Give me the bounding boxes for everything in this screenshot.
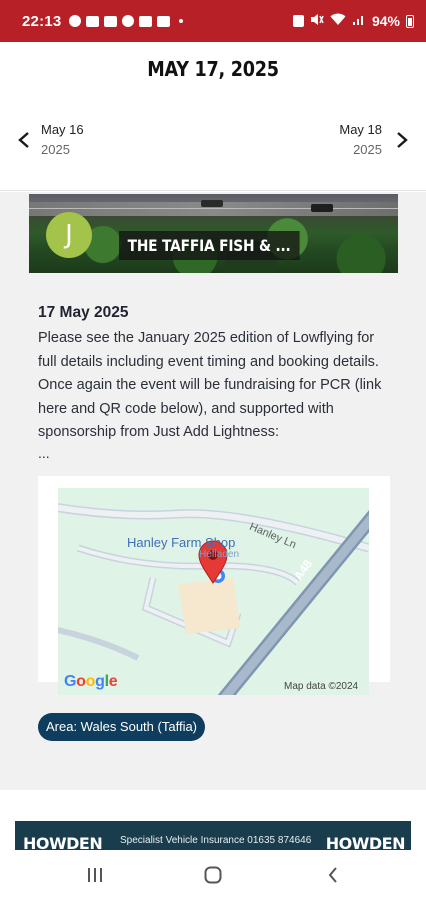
post-ellipsis[interactable]: ... <box>38 445 50 461</box>
ad-text: Specialist Vehicle Insurance 01635 87464… <box>120 835 312 846</box>
recent-apps-icon <box>88 868 102 882</box>
ad-brand-left: HOWDEN <box>23 834 103 850</box>
signal-icon <box>352 13 366 29</box>
map-attribution: Map data ©2024 <box>284 681 359 692</box>
divider <box>0 190 426 191</box>
app-icon <box>157 15 171 27</box>
notification-icons <box>69 15 184 27</box>
page-title: MAY 17, 2025 <box>147 57 279 81</box>
face-icon <box>69 15 82 27</box>
status-bar: 22:13 94% <box>0 0 426 42</box>
previous-date: May 16 <box>41 122 84 137</box>
post-content: J THE TAFFIA FISH & ... 17 May 2025 Plea… <box>0 192 426 790</box>
next-date: May 18 <box>339 122 382 137</box>
google-logo: Google <box>64 673 118 690</box>
event-banner[interactable]: J THE TAFFIA FISH & ... <box>29 194 398 273</box>
system-status: 94% <box>292 13 414 29</box>
banner-title: THE TAFFIA FISH & ... <box>119 231 300 260</box>
status-time: 22:13 <box>22 12 62 30</box>
back-button[interactable] <box>313 862 353 888</box>
date-navigation: May 16 2025 May 18 2025 <box>0 120 426 164</box>
battery-icon <box>406 14 414 28</box>
map-sub-label: Hefladen <box>199 549 240 560</box>
sky-news-icon <box>86 15 100 27</box>
previous-day-label: May 16 2025 <box>41 120 84 160</box>
ad-brand-right: HOWDEN <box>325 834 406 850</box>
chevron-left-icon <box>12 120 36 160</box>
wifi-icon <box>330 13 346 29</box>
avatar[interactable]: J <box>46 212 92 258</box>
next-day-label: May 18 2025 <box>339 120 382 160</box>
home-button[interactable] <box>193 862 233 888</box>
previous-year: 2025 <box>41 142 70 157</box>
recent-apps-button[interactable] <box>75 862 115 888</box>
banner-image-car <box>201 200 223 207</box>
next-day-button[interactable]: May 18 2025 <box>339 120 414 160</box>
post-body: Please see the January 2025 edition of L… <box>38 330 382 440</box>
map-roads <box>58 503 369 695</box>
previous-day-button[interactable]: May 16 2025 <box>12 120 84 160</box>
news-app-icon <box>104 15 118 27</box>
banner-image-car <box>311 204 333 212</box>
battery-percent: 94% <box>371 13 400 29</box>
dot-icon <box>179 19 184 23</box>
location-map[interactable]: Hanley Farm Shop Hefladen Hanley Ln A48 … <box>58 488 369 695</box>
alarm-icon <box>292 15 304 27</box>
next-year: 2025 <box>353 142 382 157</box>
system-navigation-bar <box>0 850 426 900</box>
home-icon <box>204 866 222 884</box>
map-place-label: Hanley Farm Shop <box>127 535 236 550</box>
chevron-right-icon <box>390 120 414 160</box>
app-icon <box>139 15 153 27</box>
area-tag[interactable]: Area: Wales South (Taffia) <box>38 713 206 741</box>
app-icon <box>122 15 135 27</box>
map-card: Hanley Farm Shop Hefladen Hanley Ln A48 … <box>38 476 390 695</box>
back-icon <box>328 867 337 883</box>
post-date: 17 May 2025 <box>38 304 129 321</box>
mute-icon <box>310 13 324 29</box>
ad-banner[interactable]: HOWDEN Specialist Vehicle Insurance 0163… <box>15 821 411 850</box>
